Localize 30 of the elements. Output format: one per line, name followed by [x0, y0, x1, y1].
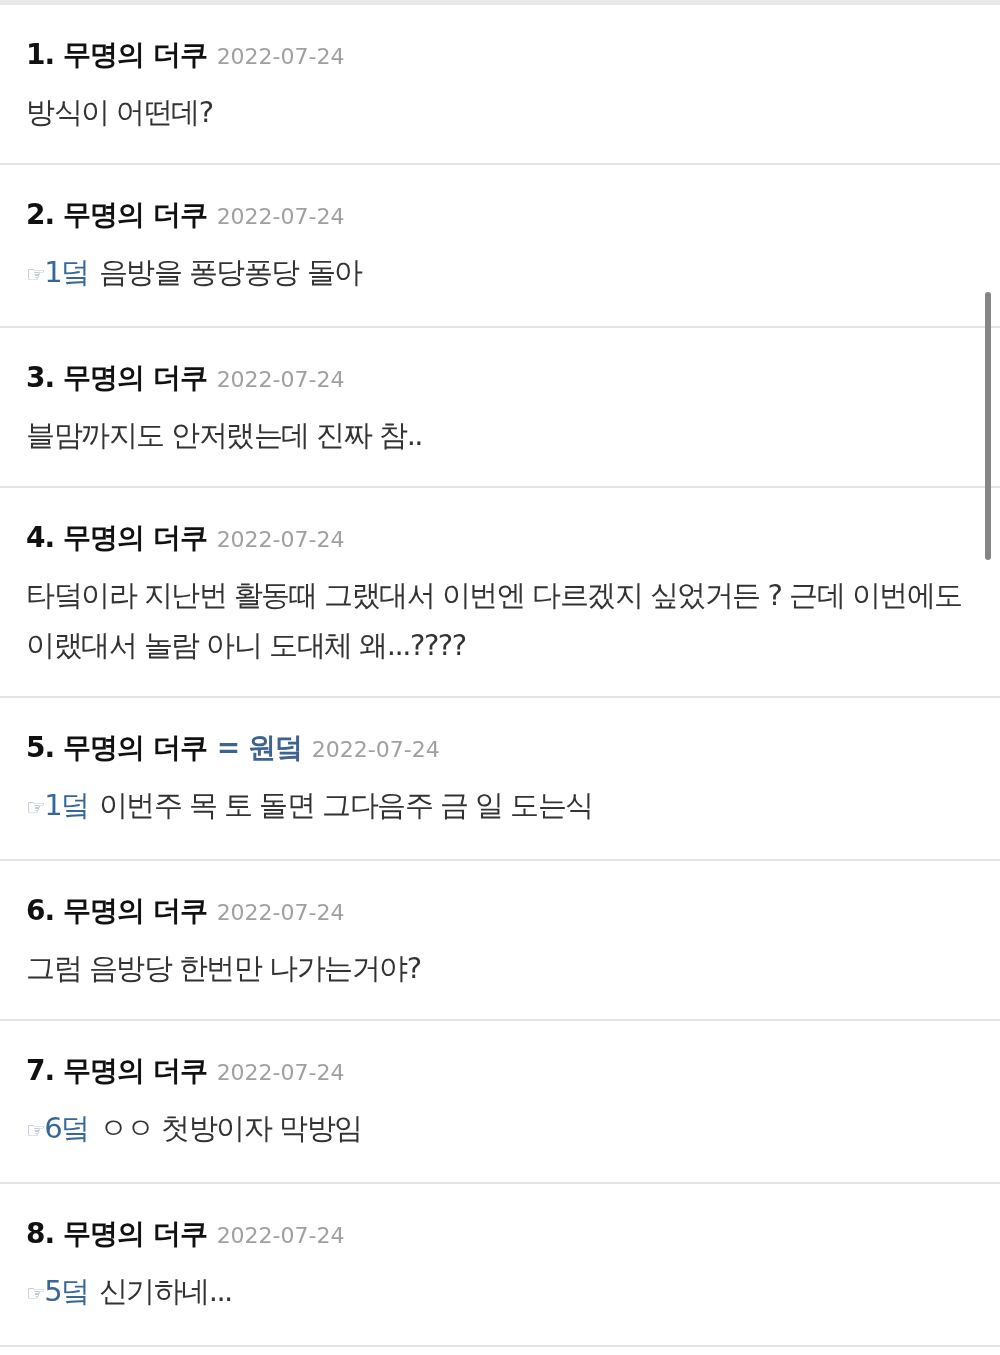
comment-author: 5. 무명의 더쿠 [26, 730, 207, 766]
scrollbar-thumb[interactable] [985, 292, 991, 560]
comment-text: 이번주 목 토 돌면 그다음주 금 일 도는식 [98, 788, 593, 822]
comment-text: 타덬이라 지난번 활동때 그랬대서 이번엔 다르겠지 싶었거든 ? 근데 이번에도 이랬대서 놀람 아니 도대체 왜...???? [26, 578, 962, 662]
comment-date: 2022-07-24 [216, 526, 345, 554]
comment-text: 방식이 어떤데? [26, 95, 213, 129]
reply-link[interactable]: ☞1덬 [26, 788, 89, 822]
comment-date: 2022-07-24 [216, 899, 345, 927]
comment-date: 2022-07-24 [216, 1059, 345, 1087]
reply-link[interactable]: ☞5덬 [26, 1274, 89, 1308]
reply-link[interactable]: ☞1덬 [26, 255, 89, 289]
comment-text: 신기하네... [98, 1274, 232, 1308]
comment-author: 2. 무명의 더쿠 [26, 197, 207, 233]
comment-text: ㅇㅇ 첫방이자 막방임 [98, 1111, 362, 1145]
comment-date: 2022-07-24 [216, 203, 345, 231]
comment-author: 8. 무명의 더쿠 [26, 1216, 207, 1252]
reply-link[interactable]: ☞6덬 [26, 1111, 89, 1145]
comment-author: 7. 무명의 더쿠 [26, 1053, 207, 1089]
comment-date: 2022-07-24 [216, 43, 345, 71]
author-alias: = 원덬 [216, 730, 302, 766]
comment-date: 2022-07-24 [216, 1222, 345, 1250]
comment-date: 2022-07-24 [216, 366, 345, 394]
comment-date: 2022-07-24 [311, 736, 440, 764]
comment-author: 3. 무명의 더쿠 [26, 360, 207, 396]
comment-author: 1. 무명의 더쿠 [26, 37, 207, 73]
comment-text: 그럼 음방당 한번만 나가는거야? [26, 951, 421, 985]
comment-author: 4. 무명의 더쿠 [26, 520, 207, 556]
comment-text: 블맘까지도 안저랬는데 진짜 참.. [26, 418, 423, 452]
comment-text: 음방을 퐁당퐁당 돌아 [98, 255, 362, 289]
comment-author: 6. 무명의 더쿠 [26, 893, 207, 929]
